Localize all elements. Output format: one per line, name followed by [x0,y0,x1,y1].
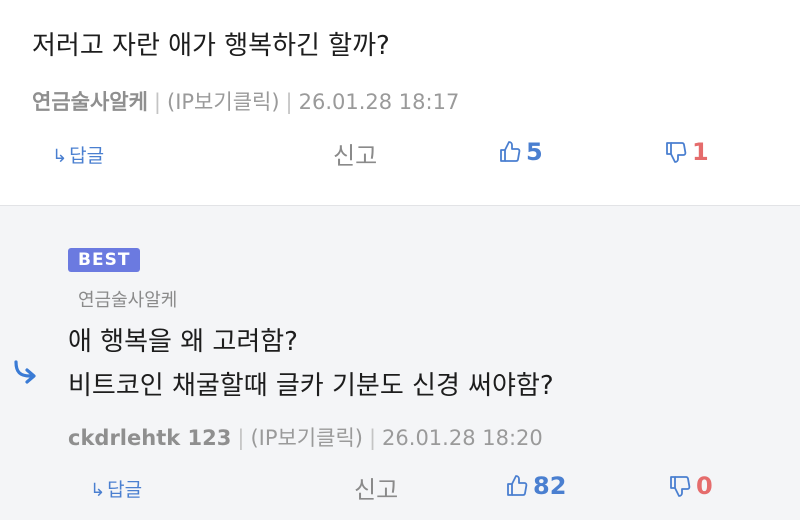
reply-arrow-icon: ↳ [52,146,68,167]
comment-content: 저러고 자란 애가 행복하긴 할까? [32,31,390,61]
reply-author[interactable]: ckdrlehtk 123 [68,426,231,450]
quoted-author[interactable]: 연금술사알케 [78,286,177,312]
meta-divider: | [237,426,245,450]
reply-content: 애 행복을 왜 고려함? 비트코인 채굴할때 글카 기분도 신경 써야함? [68,320,554,408]
comment-author[interactable]: 연금술사알케 [32,90,148,114]
reply-button[interactable]: ↳ 답글 [52,141,104,168]
reply-button[interactable]: ↳ 답글 [90,475,142,502]
meta-divider: | [153,90,161,114]
comment-timestamp: 26.01.28 18:17 [298,90,460,114]
upvote-count: 82 [533,472,567,500]
downvote-button[interactable]: 1 [664,138,709,166]
comment-actions: ↳ 답글 신고 5 1 [0,134,800,174]
thumbs-up-icon [500,141,521,162]
reply-timestamp: 26.01.28 18:20 [382,426,543,450]
reply-content-line: 애 행복을 왜 고려함? [68,327,298,357]
upvote-button[interactable]: 82 [505,472,566,500]
reply-meta: ckdrlehtk 123 | (IP보기클릭) | 26.01.28 18:20 [68,422,543,452]
comment-item: 저러고 자란 애가 행복하긴 할까? 연금술사알케 | (IP보기클릭) | 26.01… [0,0,800,205]
best-badge: BEST [68,248,141,272]
upvote-button[interactable]: 5 [498,138,543,166]
downvote-count: 1 [692,138,709,166]
downvote-button[interactable]: 0 [668,472,713,500]
report-button[interactable]: 신고 [333,136,377,171]
upvote-count: 5 [526,138,543,166]
thumbs-down-icon [670,476,691,497]
meta-divider: | [368,426,377,450]
reply-label: 답글 [107,479,143,501]
reply-content-line: 비트코인 채굴할때 글카 기분도 신경 써야함? [68,371,554,401]
ip-view-link[interactable]: (IP보기클릭) [167,90,280,114]
reply-arrow-icon: ↳ [90,480,106,501]
thumbs-down-icon [666,142,687,163]
meta-divider: | [285,90,293,114]
thumbs-up-icon [507,475,528,496]
downvote-count: 0 [696,472,713,500]
ip-view-link[interactable]: (IP보기클릭) [250,426,363,450]
reply-label: 답글 [69,145,105,167]
comment-meta: 연금술사알케 | (IP보기클릭) | 26.01.28 18:17 [32,86,459,116]
reply-indent-arrow-icon [14,360,36,384]
report-button[interactable]: 신고 [354,470,398,505]
reply-actions: ↳ 답글 신고 82 0 [0,468,800,508]
